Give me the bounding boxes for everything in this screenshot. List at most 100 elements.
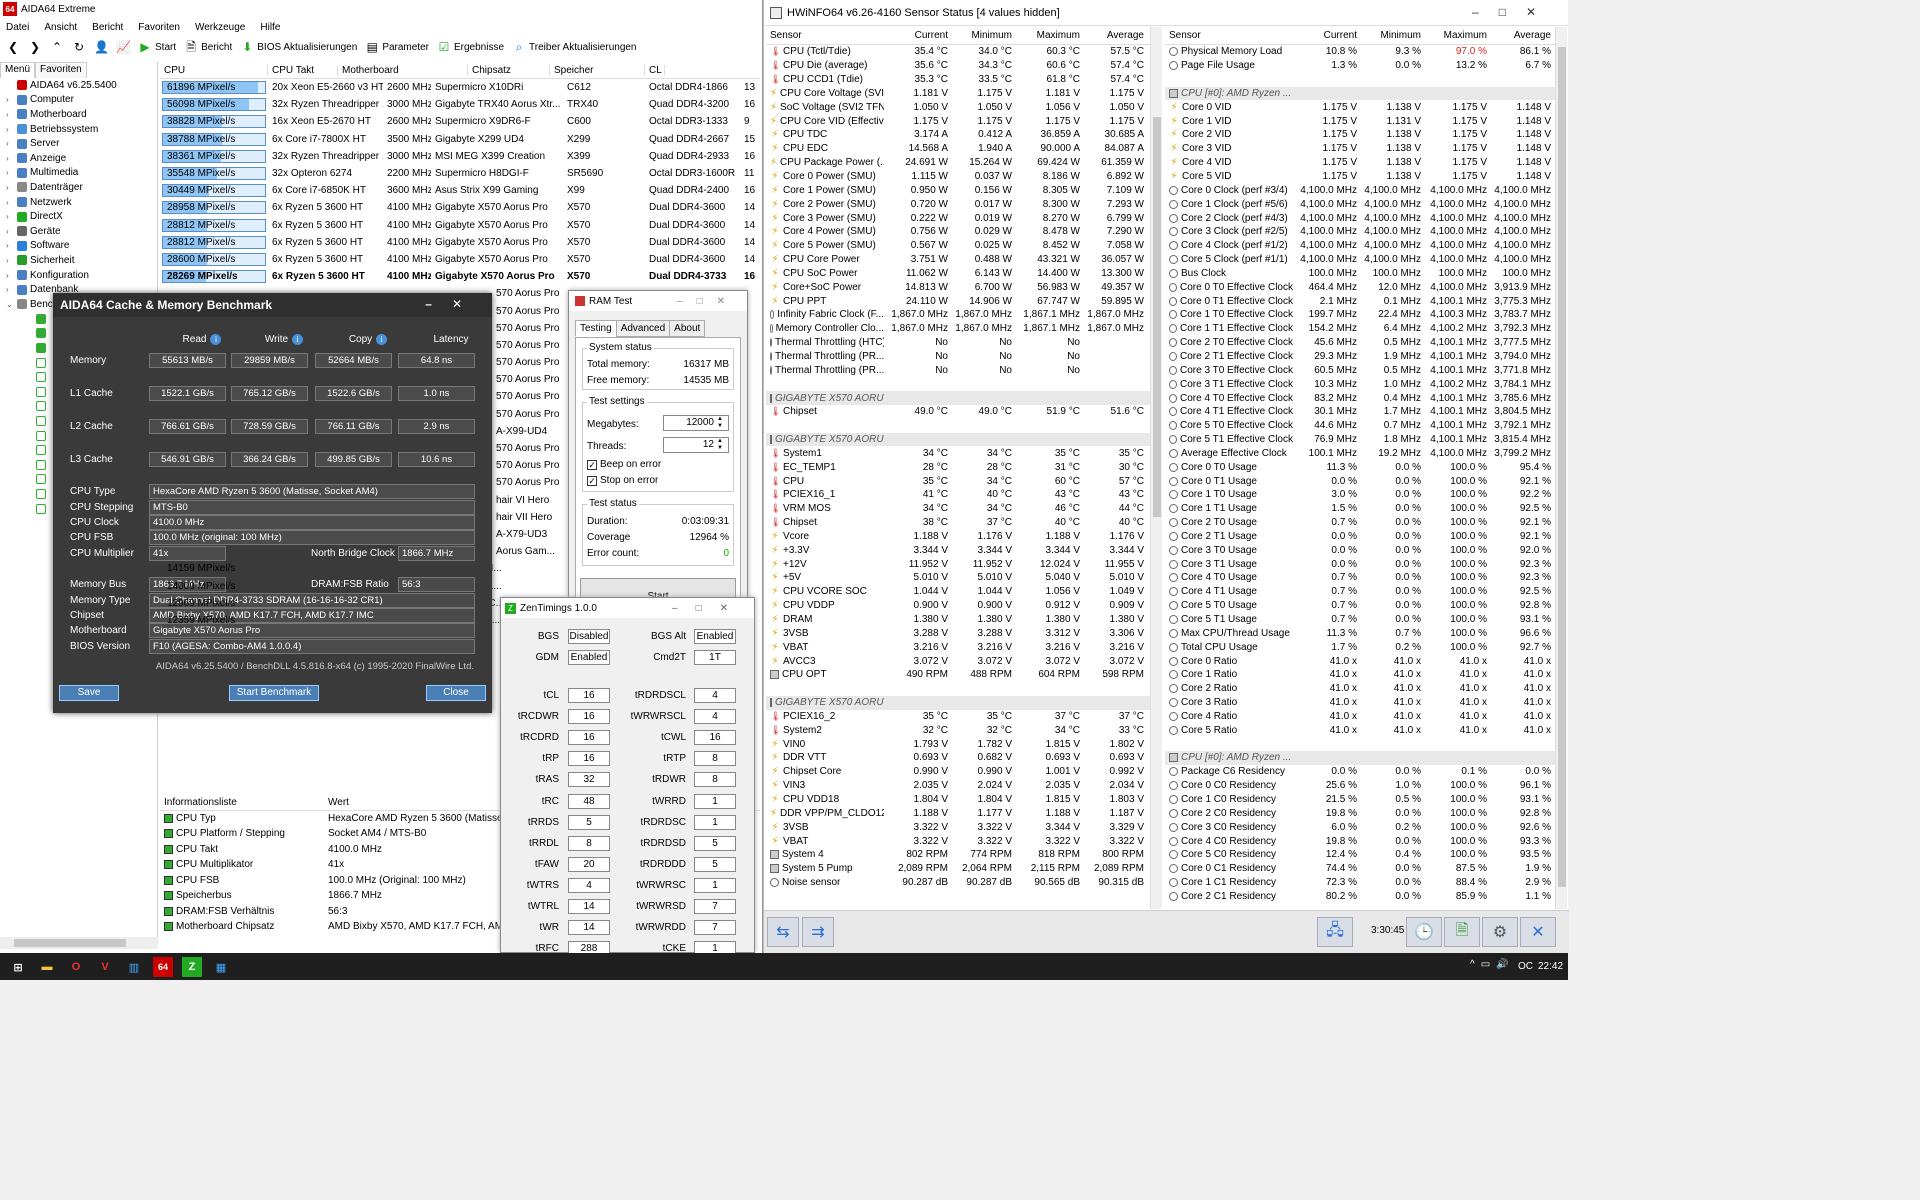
refresh-icon[interactable]: ↻ [72,40,86,54]
sensor-row[interactable]: Core 2 T0 Usage 0.7 % 0.0 % 100.0 % 92.1 % [1165,516,1555,530]
sensor-row[interactable]: Core 2 T1 Effective Clock 29.3 MHz 1.9 MHz… [1165,350,1555,364]
grid-column-header[interactable]: Motherboard [338,64,468,76]
back-arrow-icon[interactable]: ❮ [6,40,20,54]
tree-item[interactable]: › Anzeige [0,151,157,166]
sensor-row[interactable]: Core 3 Ratio 41.0 x 41.0 x 41.0 x 41.0 x [1165,696,1555,710]
table-row[interactable]: 56098 MPixel/s 32x Ryzen Threadripper ...… [160,96,760,113]
table-row[interactable]: 28958 MPixel/s 6x Ryzen 5 3600 HT 4100 MHz… [160,199,760,216]
sensor-row[interactable]: Core 1 Ratio 41.0 x 41.0 x 41.0 x 41.0 x [1165,668,1555,682]
vivaldi-icon[interactable]: V [95,957,115,977]
sensor-row[interactable]: Core 2 Clock (perf #4/3) 4,100.0 MHz 4,100… [1165,211,1555,225]
tree-item[interactable]: › Konfiguration [0,268,157,283]
sensor-row[interactable]: 🌡 CPU 35 °C 34 °C 60 °C 57 °C [766,474,1152,488]
sensor-row[interactable]: Core 1 T0 Effective Clock 199.7 MHz 22.4 M… [1165,308,1555,322]
ergebnisse-button[interactable]: ☑ Ergebnisse [437,40,504,54]
navigate-icon[interactable]: ⇉ [802,917,834,947]
sensor-row[interactable]: Core 0 Ratio 41.0 x 41.0 x 41.0 x 41.0 x [1165,654,1555,668]
sensor-row[interactable]: Bus Clock 100.0 MHz 100.0 MHz 100.0 MHz 100.… [1165,267,1555,281]
sensor-row[interactable]: ⚡ CPU Package Power (... 24.691 W 15.264 W 6… [766,156,1152,170]
clock-icon[interactable]: 🕒 [1406,917,1442,947]
chevron-right-icon[interactable]: › [6,241,14,250]
sensor-row[interactable]: ⚡ 3VSB 3.322 V 3.322 V 3.344 V 3.329 V [766,820,1152,834]
sensor-row[interactable]: Core 4 T1 Usage 0.7 % 0.0 % 100.0 % 92.5 % [1165,585,1555,599]
sensor-row[interactable]: 🌡 VRM MOS 34 °C 34 °C 46 °C 44 °C [766,502,1152,516]
sensor-row[interactable]: Noise sensor 90.287 dB 90.287 dB 90.565 dB 9… [766,876,1152,890]
file-explorer-icon[interactable]: ▬ [37,957,57,977]
sensor-row[interactable]: ⚡ SoC Voltage (SVI2 TFN) 1.050 V 1.050 V 1.0… [766,100,1152,114]
ram-window-controls[interactable]: –□✕ [677,296,739,307]
sensor-row[interactable]: Core 3 T0 Effective Clock 60.5 MHz 0.5 MHz… [1165,363,1555,377]
table-row[interactable]: 35548 MPixel/s 32x Opteron 6274 2200 MHz Su… [160,165,760,182]
sensor-row[interactable]: ⚡ DDR VTT 0.693 V 0.682 V 0.693 V 0.693 V [766,751,1152,765]
sensor-row[interactable]: Core 2 Ratio 41.0 x 41.0 x 41.0 x 41.0 x [1165,682,1555,696]
sensor-row[interactable]: ⚡ CPU EDC 14.568 A 1.940 A 90.000 A 84.087 A [766,142,1152,156]
bench-close-button[interactable]: Close [426,685,486,701]
sensor-row[interactable]: Thermal Throttling (PR... No No No [766,363,1152,377]
chevron-right-icon[interactable]: › [6,256,14,265]
sensor-row[interactable]: ⚡ CPU PPT 24.110 W 14.906 W 67.747 W 59.895 W [766,294,1152,308]
chart-icon[interactable]: 📈 [116,40,131,54]
sensor-row[interactable]: System 4 802 RPM 774 RPM 818 RPM 800 RPM [766,848,1152,862]
sensor-row[interactable]: ⚡ CPU Core VID (Effective) 1.175 V 1.175 V 1… [766,114,1152,128]
sensor-row[interactable]: Core 4 Ratio 41.0 x 41.0 x 41.0 x 41.0 x [1165,710,1555,724]
sensor-row[interactable]: Thermal Throttling (PR... No No No [766,350,1152,364]
sensor-row[interactable]: Core 0 T1 Usage 0.0 % 0.0 % 100.0 % 92.1 % [1165,474,1555,488]
table-row[interactable]: 28269 MPixel/s 6x Ryzen 5 3600 HT 4100 MHz… [160,268,760,285]
sensor-row[interactable]: Core 5 Clock (perf #1/1) 4,100.0 MHz 4,100… [1165,253,1555,267]
chevron-right-icon[interactable]: › [6,125,14,134]
sensor-row[interactable]: Core 4 C0 Residency 19.8 % 0.0 % 100.0 % 93.… [1165,834,1555,848]
sensor-row[interactable]: Core 1 T1 Usage 1.5 % 0.0 % 100.0 % 92.5 % [1165,502,1555,516]
sensor-row[interactable]: Infinity Fabric Clock (F... 1,867.0 MHz 1,… [766,308,1152,322]
sensor-group-header[interactable]: CPU [#0]: AMD Ryzen ... [1165,751,1555,765]
tree-item[interactable]: › Geräte [0,224,157,239]
sensor-row[interactable]: Thermal Throttling (HTC) No No No [766,336,1152,350]
sensor-row[interactable]: ⚡ CPU SoC Power 11.062 W 6.143 W 14.400 W 13.… [766,267,1152,281]
start-button[interactable]: ▶ Start [138,40,176,54]
forward-arrow-icon[interactable]: ❯ [28,40,42,54]
chevron-right-icon[interactable]: › [6,95,14,104]
sensor-row[interactable]: ⚡ +12V 11.952 V 11.952 V 12.024 V 11.955 V [766,557,1152,571]
sensor-row[interactable]: ⚡ CPU Core Voltage (SVI... 1.181 V 1.175 V 1… [766,87,1152,101]
sensor-row[interactable]: ⚡ VIN3 2.035 V 2.024 V 2.035 V 2.034 V [766,779,1152,793]
sensor-row[interactable]: ⚡ DDR VPP/PM_CLDO12 1.188 V 1.177 V 1.188 V 1… [766,806,1152,820]
sensor-row[interactable]: Core 5 Ratio 41.0 x 41.0 x 41.0 x 41.0 x [1165,723,1555,737]
sensor-row[interactable]: ⚡ Core 1 VID 1.175 V 1.131 V 1.175 V 1.148 V [1165,114,1555,128]
driver-update-button[interactable]: ⌕ Treiber Aktualisierungen [512,40,637,54]
sensor-row[interactable]: ⚡ VBAT 3.216 V 3.216 V 3.216 V 3.216 V [766,640,1152,654]
table-row[interactable]: 28812 MPixel/s 6x Ryzen 5 3600 HT 4100 MHz… [160,217,760,234]
sensor-row[interactable]: Core 3 T0 Usage 0.0 % 0.0 % 100.0 % 92.0 % [1165,543,1555,557]
sensor-column-header[interactable]: Maximum [1421,30,1487,41]
sensor-row[interactable]: ⚡ VIN0 1.793 V 1.782 V 1.815 V 1.802 V [766,737,1152,751]
sensor-group-header[interactable]: GIGABYTE X570 AORU... [766,695,1152,710]
windows-start-icon[interactable]: ⊞ [8,957,28,977]
sensor-row[interactable]: 🌡 Chipset 38 °C 37 °C 40 °C 40 °C [766,516,1152,530]
stop-on-error-checkbox[interactable]: ✓ Stop on error [587,475,658,486]
sensor-row[interactable]: Core 5 T1 Effective Clock 76.9 MHz 1.8 MHz… [1165,433,1555,447]
sensor-row[interactable]: Core 0 C1 Residency 74.4 % 0.0 % 87.5 % 1.9 … [1165,862,1555,876]
sensor-column-header[interactable]: Average [1487,30,1551,41]
hw-window-controls[interactable]: –□✕ [1472,5,1556,19]
sensor-row[interactable]: ⚡ Core 2 VID 1.175 V 1.138 V 1.175 V 1.148 V [1165,128,1555,142]
chevron-right-icon[interactable]: › [6,183,14,192]
sensor-row[interactable]: Core 5 T1 Usage 0.7 % 0.0 % 100.0 % 93.1 % [1165,613,1555,627]
sensor-row[interactable]: ⚡ CPU VCORE SOC 1.044 V 1.044 V 1.056 V 1.049… [766,585,1152,599]
sensor-row[interactable]: ⚡ Core 4 Power (SMU) 0.756 W 0.029 W 8.478 W… [766,225,1152,239]
sensor-row[interactable]: Core 5 T0 Usage 0.7 % 0.0 % 100.0 % 92.8 % [1165,599,1555,613]
menu-item[interactable]: Ansicht [44,22,77,33]
sensor-row[interactable]: Core 1 C0 Residency 21.5 % 0.5 % 100.0 % 93.… [1165,793,1555,807]
chevron-right-icon[interactable]: › [6,285,14,294]
settings-gear-icon[interactable]: ⚙ [1482,917,1518,947]
tree-item[interactable]: › Computer [0,93,157,108]
sensor-row[interactable]: ⚡ Core 0 Power (SMU) 1.115 W 0.037 W 8.186 W… [766,170,1152,184]
beep-on-error-checkbox[interactable]: ✓ Beep on error [587,459,661,470]
sensor-row[interactable]: ⚡ Vcore 1.188 V 1.176 V 1.188 V 1.176 V [766,530,1152,544]
chevron-right-icon[interactable]: › [6,168,14,177]
sensor-row[interactable]: ⚡ Chipset Core 0.990 V 0.990 V 1.001 V 0.992 … [766,765,1152,779]
sensor-row[interactable]: ⚡ Core 3 VID 1.175 V 1.138 V 1.175 V 1.148 V [1165,142,1555,156]
grid-column-header[interactable]: CL [645,64,665,76]
scrollbar-thumb[interactable] [1558,47,1566,887]
sensor-row[interactable]: ⚡ Core 0 VID 1.175 V 1.138 V 1.175 V 1.148 V [1165,100,1555,114]
sensor-row[interactable]: Core 2 T1 Usage 0.0 % 0.0 % 100.0 % 92.1 % [1165,530,1555,544]
tree-item[interactable]: › Netzwerk [0,195,157,210]
sensor-row[interactable]: Core 0 T0 Effective Clock 464.4 MHz 12.0 M… [1165,280,1555,294]
